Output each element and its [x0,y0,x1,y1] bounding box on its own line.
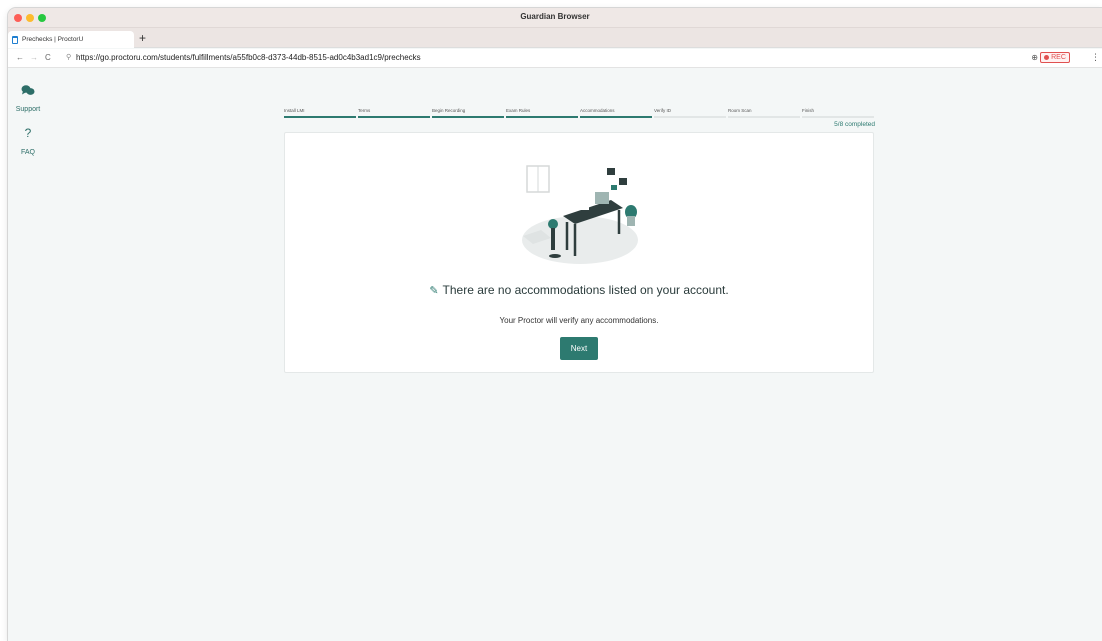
sidebar: Support ? FAQ [8,70,48,641]
support-label: Support [15,106,41,113]
accommodations-card: ✎ There are no accommodations listed on y… [284,132,874,373]
step-progress-bar [432,116,504,118]
rec-badge: REC [1040,52,1070,63]
proctoru-favicon-icon [12,35,18,44]
progress-text: 5/8 completed [834,121,875,128]
step-progress-bar [284,116,356,118]
reload-button[interactable]: C [45,53,51,62]
back-button[interactable]: ← [16,53,24,62]
faq-label: FAQ [20,149,35,156]
forward-button[interactable]: → [30,53,38,62]
step-label: Verify ID [654,108,672,113]
address-bar: ← → C ⚲ https://go.proctoru.com/students… [8,49,1102,68]
step-exam-rules: Exam Rules [506,108,580,118]
proctor-verify-text: Your Proctor will verify any accommodati… [499,316,659,325]
browser-menu-button[interactable]: ⋮ [1091,52,1100,63]
rec-label: REC [1051,54,1066,61]
chat-bubbles-icon [21,85,35,95]
tab-bar: Prechecks | ProctorU + [8,28,1102,48]
browser-window: Guardian Browser Prechecks | ProctorU + … [8,8,1102,641]
step-progress-bar [580,116,652,118]
step-accommodations: Accommodations [580,108,654,118]
record-dot-icon [1044,55,1050,60]
tab-prechecks[interactable]: Prechecks | ProctorU [8,31,134,48]
step-label: Begin Recording [432,108,466,113]
step-label: Room Scan [728,108,752,113]
step-label: Accommodations [580,108,615,113]
sidebar-item-faq[interactable]: ? FAQ [8,125,48,159]
new-tab-button[interactable]: + [139,32,146,44]
pencil-icon: ✎ [429,285,439,297]
step-label: Finish [802,108,815,113]
step-label: Exam Rules [506,108,531,113]
step-terms: Terms [358,108,432,118]
step-progress-bar [802,116,874,118]
step-finish: Finish [802,108,876,118]
step-progress-bar [654,116,726,118]
step-room-scan: Room Scan [728,108,802,118]
tab-label: Prechecks | ProctorU [22,36,84,43]
window-title: Guardian Browser [520,12,590,21]
step-label: Terms [358,108,371,113]
step-install-lmi: Install LMI [284,108,358,118]
step-progress-bar [728,116,800,118]
step-progress-bar [506,116,578,118]
question-mark-icon: ? [24,126,32,140]
step-verify-id: Verify ID [654,108,728,118]
no-accommodations-heading: ✎ There are no accommodations listed on y… [285,283,873,297]
url-field[interactable]: https://go.proctoru.com/students/fulfill… [76,53,421,62]
next-button[interactable]: Next [560,337,598,360]
office-desk-illustration [522,165,638,264]
step-progress-bar [358,116,430,118]
step-label: Install LMI [284,108,305,113]
search-icon: ⚲ [66,54,72,61]
headline-text: There are no accommodations listed on yo… [442,283,729,297]
zoom-icon[interactable]: ⊕ [1031,53,1038,62]
sidebar-item-support[interactable]: Support [8,82,48,116]
step-begin-recording: Begin Recording [432,108,506,118]
title-bar: Guardian Browser [8,8,1102,28]
